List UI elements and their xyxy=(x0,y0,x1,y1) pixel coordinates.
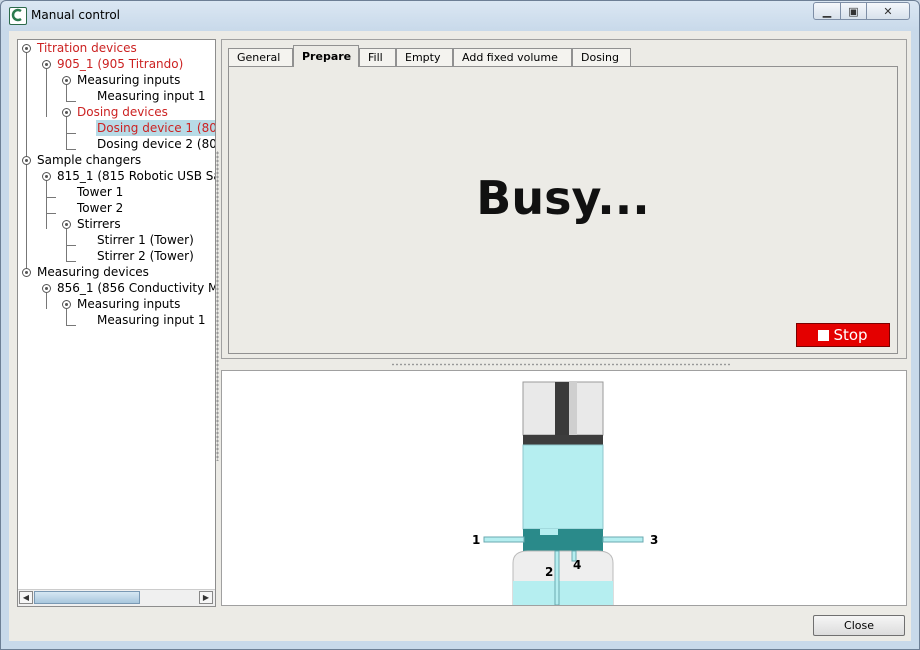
cylinder-liquid xyxy=(522,444,604,530)
tree-node-icon[interactable] xyxy=(42,284,51,293)
port-2-tube xyxy=(554,550,560,605)
tree-node-icon[interactable] xyxy=(62,108,71,117)
tree-line xyxy=(46,197,56,198)
tab-prepare[interactable]: Prepare xyxy=(293,45,359,67)
tree-line xyxy=(66,261,76,262)
tree-line xyxy=(46,213,56,214)
tree-node-icon[interactable] xyxy=(22,268,31,277)
window-title: Manual control xyxy=(31,8,121,22)
tree-item-dosing-device-1[interactable]: Dosing device 1 (800 xyxy=(96,120,215,136)
port-4-label: 4 xyxy=(573,558,581,572)
tree-item-905-titrando[interactable]: 905_1 (905 Titrando) xyxy=(57,56,183,72)
tree-item-815-robotic[interactable]: 815_1 (815 Robotic USB Sa xyxy=(57,168,215,184)
app-icon xyxy=(9,7,27,25)
stop-button[interactable]: Stop xyxy=(796,323,890,347)
horizontal-splitter[interactable] xyxy=(391,363,731,366)
port-3-label: 3 xyxy=(650,533,658,547)
close-button[interactable]: Close xyxy=(813,615,905,636)
stop-button-label: Stop xyxy=(833,326,868,344)
minimize-button[interactable]: ▁ xyxy=(813,2,841,20)
dosing-unit-diagram: 1 3 2 4 xyxy=(472,381,658,605)
device-tree: Titration devices 905_1 (905 Titrando) M… xyxy=(17,39,216,607)
tree-node-icon[interactable] xyxy=(62,300,71,309)
tree-item-measuring-inputs-2[interactable]: Measuring inputs xyxy=(77,296,180,312)
tree-item-measuring-input-1-b[interactable]: Measuring input 1 xyxy=(97,312,206,328)
tree-node-icon[interactable] xyxy=(62,220,71,229)
tab-empty[interactable]: Empty xyxy=(396,48,453,66)
tree-item-measuring-devices[interactable]: Measuring devices xyxy=(37,264,149,280)
tree-line xyxy=(26,53,27,165)
tree-item-tower-2[interactable]: Tower 2 xyxy=(77,200,123,216)
minimize-icon: ▁ xyxy=(822,4,832,18)
tree-line xyxy=(66,149,76,150)
scroll-left-button[interactable]: ◀ xyxy=(19,591,33,604)
tree-item-stirrers[interactable]: Stirrers xyxy=(77,216,121,232)
tree-node-icon[interactable] xyxy=(42,60,51,69)
close-icon: ✕ xyxy=(883,4,893,18)
tree-line xyxy=(66,309,67,325)
tree-line xyxy=(66,325,76,326)
scroll-right-button[interactable]: ▶ xyxy=(199,591,213,604)
control-panel: General Prepare Fill Empty Add fixed vol… xyxy=(221,39,907,359)
bottle-liquid xyxy=(513,581,613,605)
port-2-label: 2 xyxy=(545,565,553,579)
tree-item-dosing-device-2[interactable]: Dosing device 2 (800 xyxy=(97,136,215,152)
piston-plate xyxy=(523,435,603,445)
manual-control-window: Manual control ▁ ▣ ✕ Titration devices 9… xyxy=(0,0,920,650)
tree-line xyxy=(46,293,47,309)
port-1-tube xyxy=(483,536,525,543)
maximize-icon: ▣ xyxy=(848,4,859,18)
tree-item-titration-devices[interactable]: Titration devices xyxy=(37,40,137,56)
tab-add-fixed-volume[interactable]: Add fixed volume xyxy=(453,48,572,66)
scroll-thumb[interactable] xyxy=(34,591,140,604)
tree-node-icon[interactable] xyxy=(62,76,71,85)
port-3-tube xyxy=(602,536,644,543)
tree-line xyxy=(26,165,27,277)
tree-line xyxy=(66,85,67,101)
cylinder-top xyxy=(522,381,604,436)
busy-status-text: Busy... xyxy=(476,171,650,225)
valve-channel xyxy=(540,529,558,535)
tree-line xyxy=(46,69,47,117)
tree-horizontal-scrollbar[interactable]: ◀ ▶ xyxy=(18,589,215,606)
port-1-label: 1 xyxy=(472,533,480,547)
valve-block xyxy=(523,529,603,551)
tree-item-sample-changers[interactable]: Sample changers xyxy=(37,152,141,168)
stop-icon xyxy=(818,329,830,341)
tree-node-icon[interactable] xyxy=(22,156,31,165)
arrow-right-icon: ▶ xyxy=(202,593,210,602)
title-bar[interactable]: Manual control ▁ ▣ ✕ xyxy=(1,1,919,31)
vertical-splitter[interactable] xyxy=(216,151,219,461)
window-close-button[interactable]: ✕ xyxy=(866,2,910,20)
arrow-left-icon: ◀ xyxy=(22,593,30,602)
tree-item-856-conductivity[interactable]: 856_1 (856 Conductivity Mo xyxy=(57,280,215,296)
tree-line xyxy=(66,101,76,102)
tab-general[interactable]: General xyxy=(228,48,293,66)
tree-line xyxy=(66,133,76,134)
tree-item-dosing-devices[interactable]: Dosing devices xyxy=(77,104,168,120)
tree-item-tower-1[interactable]: Tower 1 xyxy=(77,184,123,200)
client-area: Titration devices 905_1 (905 Titrando) M… xyxy=(9,31,911,641)
tree-item-measuring-inputs[interactable]: Measuring inputs xyxy=(77,72,180,88)
tab-dosing[interactable]: Dosing xyxy=(572,48,631,66)
tree-line xyxy=(46,181,47,229)
tree-node-icon[interactable] xyxy=(22,44,31,53)
tree-item-measuring-input-1[interactable]: Measuring input 1 xyxy=(97,88,206,104)
tab-content: Busy... Stop xyxy=(228,66,898,354)
tree-line xyxy=(66,245,76,246)
tree-node-icon[interactable] xyxy=(42,172,51,181)
maximize-button[interactable]: ▣ xyxy=(840,2,867,20)
tree-item-stirrer-1[interactable]: Stirrer 1 (Tower) xyxy=(97,232,194,248)
tree-item-stirrer-2[interactable]: Stirrer 2 (Tower) xyxy=(97,248,194,264)
tab-fill[interactable]: Fill xyxy=(359,48,396,66)
dosing-unit-diagram-panel: 1 3 2 4 xyxy=(221,370,907,606)
